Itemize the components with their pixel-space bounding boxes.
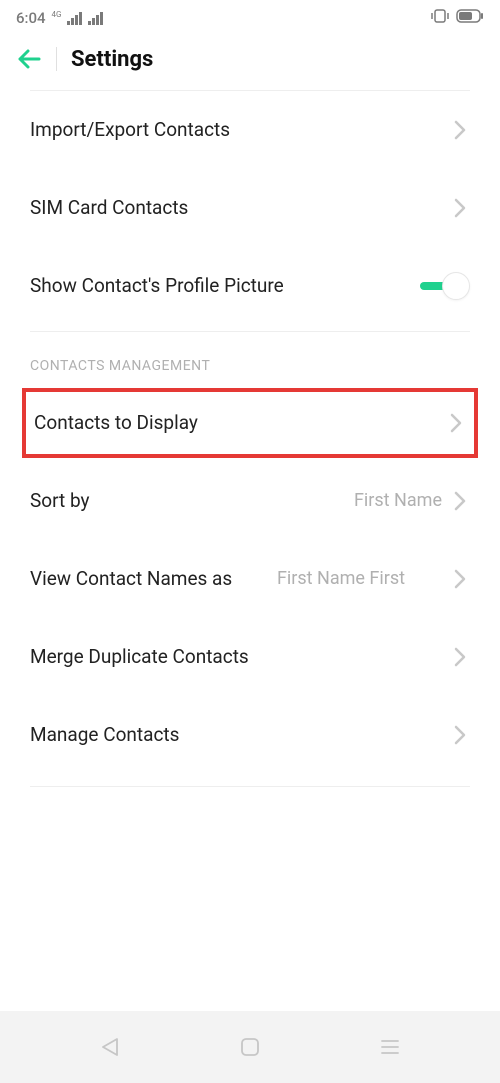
header-divider [56,47,57,71]
nav-recents-button[interactable] [375,1032,405,1062]
row-value: First Name [354,490,442,511]
battery-icon [456,9,484,27]
row-label: Manage Contacts [30,722,454,748]
chevron-right-icon [454,120,470,140]
row-contacts-to-display[interactable]: Contacts to Display [26,392,474,454]
toggle-profile-picture[interactable] [420,271,470,301]
network-indicator: 4G [52,10,62,19]
row-value: First Name First [277,568,405,589]
page-title: Settings [71,47,153,72]
nav-home-button[interactable] [235,1032,265,1062]
row-label: Sort by [30,488,354,514]
chevron-right-icon [454,198,470,218]
clock: 6:04 [16,9,46,27]
row-label: Contacts to Display [34,410,450,436]
section-header-contacts-management: CONTACTS MANAGEMENT [0,332,500,382]
row-label: Show Contact's Profile Picture [30,273,420,299]
signal-icon-2 [88,11,103,25]
row-view-names-as[interactable]: View Contact Names as First Name First [30,540,470,618]
row-manage-contacts[interactable]: Manage Contacts [30,696,470,774]
row-import-export[interactable]: Import/Export Contacts [30,91,470,169]
row-sim-contacts[interactable]: SIM Card Contacts [30,169,470,247]
row-label: Import/Export Contacts [30,117,454,143]
row-sort-by[interactable]: Sort by First Name [30,462,470,540]
chevron-right-icon [454,725,470,745]
chevron-right-icon [450,413,466,433]
system-nav-bar [0,1011,500,1083]
divider [30,786,470,787]
square-home-icon [239,1036,261,1058]
row-label: Merge Duplicate Contacts [30,644,454,670]
row-profile-picture: Show Contact's Profile Picture [30,247,470,325]
row-label: View Contact Names as [30,566,240,592]
chevron-right-icon [454,569,470,589]
highlight-contacts-to-display: Contacts to Display [22,388,478,458]
signal-icon [67,11,82,25]
status-bar: 6:04 4G [0,0,500,32]
row-merge-duplicates[interactable]: Merge Duplicate Contacts [30,618,470,696]
nav-back-button[interactable] [95,1032,125,1062]
vibrate-icon [430,8,450,28]
row-label: SIM Card Contacts [30,195,454,221]
chevron-right-icon [454,491,470,511]
menu-recents-icon [379,1038,401,1056]
back-button[interactable] [16,46,42,72]
app-header: Settings [0,32,500,90]
arrow-left-icon [17,49,41,69]
triangle-back-icon [100,1036,120,1058]
chevron-right-icon [454,647,470,667]
